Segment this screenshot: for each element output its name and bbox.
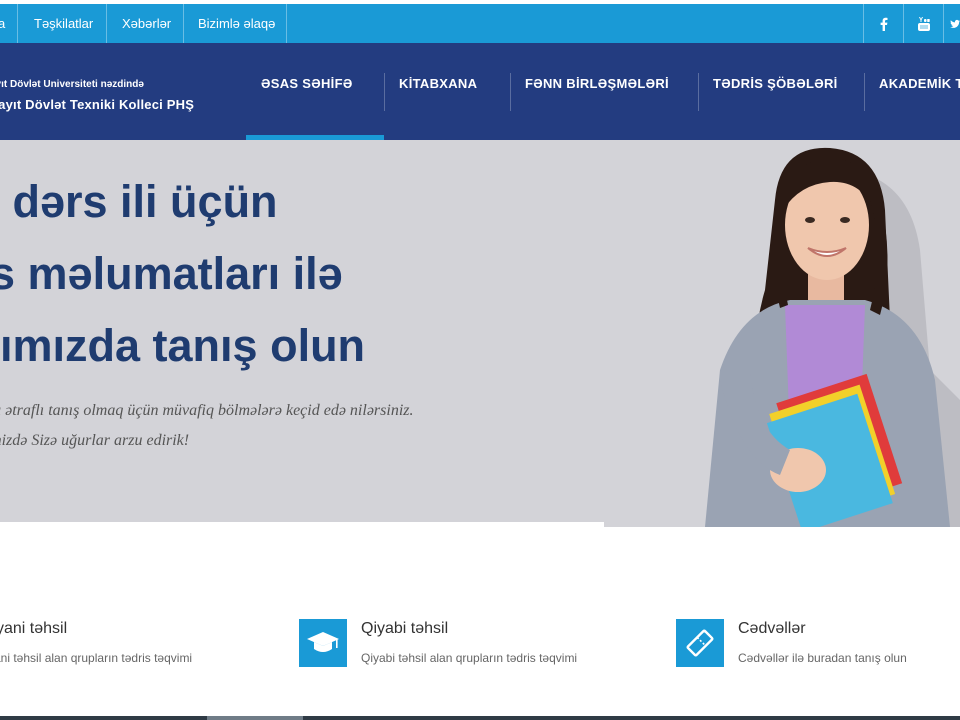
top-link-organizations[interactable]: Təşkilatlar: [34, 4, 93, 43]
logo-subtitle: ayıt Dövlət Universiteti nəzdində: [0, 79, 144, 90]
nav-separator: [698, 73, 699, 111]
top-link-news[interactable]: Xəbərlər: [122, 4, 171, 43]
nav-separator: [864, 73, 865, 111]
nav-separator: [510, 73, 511, 111]
feature-title[interactable]: Cədvəllər: [738, 620, 806, 638]
top-link-home[interactable]: a: [0, 4, 5, 43]
student-photo: [705, 147, 960, 527]
nav-item-teaching-departments[interactable]: TƏDRİS ŞÖBƏLƏRİ: [713, 74, 838, 108]
top-link-contact[interactable]: Bizimlə əlaqə: [198, 4, 275, 43]
nav-separator: [384, 73, 385, 111]
hero-heading-line: ni dərs ili üçün: [0, 176, 278, 227]
nav-item-library[interactable]: KİTABXANA: [399, 74, 477, 108]
top-separator: [286, 4, 287, 43]
logo-title[interactable]: qayıt Dövlət Texniki Kolleci PHŞ: [0, 97, 194, 112]
ticket-icon[interactable]: [676, 619, 724, 667]
feature-title[interactable]: yani təhsil: [0, 620, 67, 638]
nav-item-home[interactable]: ƏSAS SƏHİFƏ: [261, 74, 353, 108]
twitter-icon[interactable]: [944, 4, 960, 43]
top-separator: [17, 4, 18, 43]
bottom-bar: [0, 716, 960, 720]
top-bar: a Təşkilatlar Xəbərlər Bizimlə əlaqə: [0, 4, 960, 43]
facebook-icon[interactable]: [864, 4, 904, 43]
hero-bottom-strip: [0, 522, 604, 527]
feature-description: Qiyabi təhsil alan qrupların tədris təqv…: [361, 651, 578, 665]
feature-description: ani təhsil alan qrupların tədris təqvimi: [0, 651, 193, 665]
nav-item-subject-associations[interactable]: FƏNN BİRLƏŞMƏLƏRİ: [525, 74, 669, 108]
site-header: ayıt Dövlət Universiteti nəzdində qayıt …: [0, 43, 960, 140]
hero-heading-line: ytımızda tanış olun: [0, 320, 366, 371]
top-separator: [183, 4, 184, 43]
nav-item-academic[interactable]: AKADEMİK TƏ: [879, 74, 960, 108]
hero-heading: ni dərs ili üçün ris məlumatları ilə ytı…: [0, 166, 365, 382]
youtube-icon[interactable]: [904, 4, 944, 43]
bottom-bar-highlight: [207, 716, 303, 720]
hero-heading-line: ris məlumatları ilə: [0, 248, 343, 299]
hero-banner: ni dərs ili üçün ris məlumatları ilə ytı…: [0, 140, 960, 527]
graduation-cap-icon[interactable]: [299, 619, 347, 667]
feature-description: Cədvəllər ilə buradan tanış olun: [738, 651, 907, 665]
hero-subtitle-line: larla ətraflı tanış olmaq üçün müvafiq b…: [0, 402, 414, 419]
hero-subtitle: larla ətraflı tanış olmaq üçün müvafiq b…: [0, 396, 413, 456]
feature-title[interactable]: Qiyabi təhsil: [361, 620, 448, 638]
top-separator: [106, 4, 107, 43]
hero-subtitle-line: s ilinizdə Sizə uğurlar arzu edirik!: [0, 432, 190, 449]
